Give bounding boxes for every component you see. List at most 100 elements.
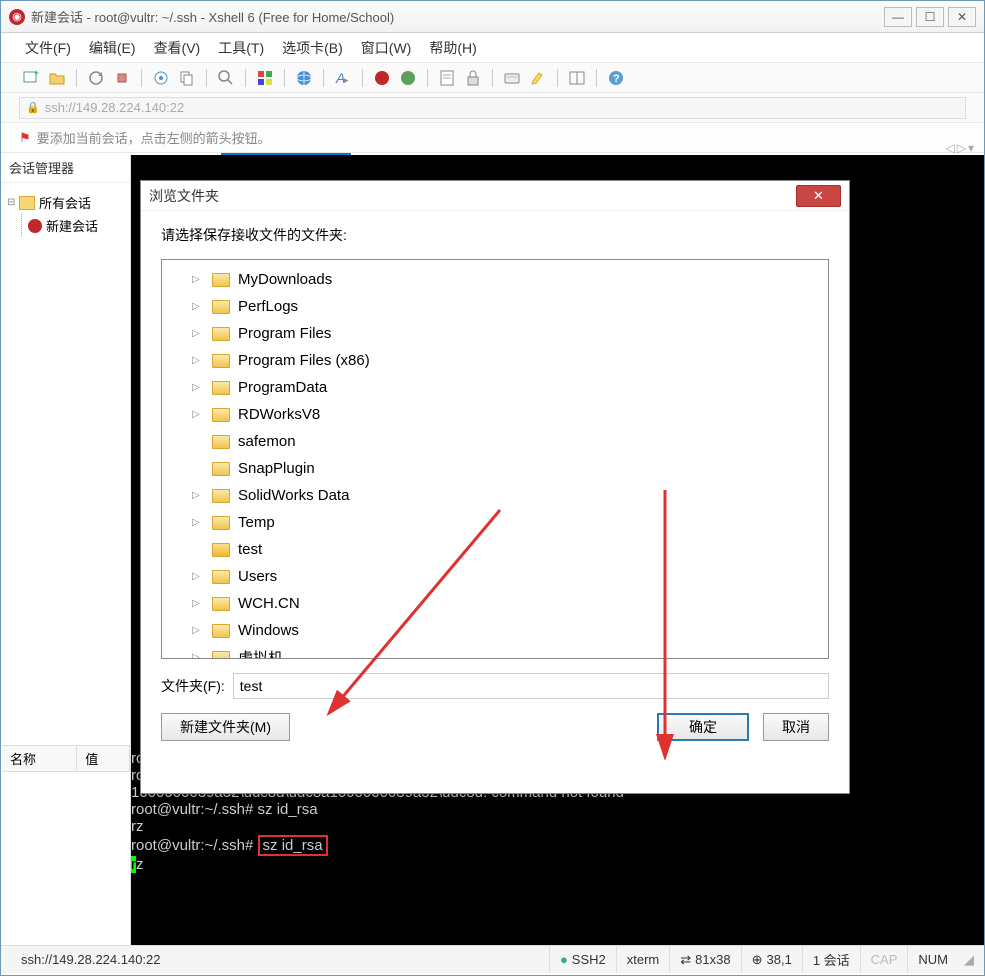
menu-file[interactable]: 文件(F) (21, 35, 75, 61)
folder-icon (212, 489, 230, 503)
layout-icon[interactable] (567, 68, 587, 88)
folder-item[interactable]: ▷ Windows (162, 617, 828, 644)
folder-item[interactable]: ▷PerfLogs (162, 293, 828, 320)
folder-icon (212, 624, 230, 638)
collapse-icon[interactable]: ⊟ (7, 197, 19, 208)
help-icon[interactable]: ? (606, 68, 626, 88)
nav-next-icon[interactable]: ▷ (957, 141, 966, 155)
expand-icon[interactable]: ▷ (192, 598, 200, 609)
browse-folder-dialog: 浏览文件夹 ✕ 请选择保存接收文件的文件夹: ▷MyDownloads▷Perf… (140, 180, 850, 794)
minimize-button[interactable]: — (884, 7, 912, 27)
maximize-button[interactable]: ☐ (916, 7, 944, 27)
dialog-close-button[interactable]: ✕ (796, 185, 841, 207)
folder-name: test (238, 541, 262, 558)
window-title: 新建会话 - root@vultr: ~/.ssh - Xshell 6 (Fr… (31, 7, 884, 26)
expand-icon[interactable]: ▷ (192, 517, 200, 528)
addressbar: 🔒 ssh://149.28.224.140:22 (1, 93, 984, 123)
col-value[interactable]: 值 (77, 746, 130, 772)
folder-name: SnapPlugin (238, 460, 315, 477)
expand-icon[interactable]: ▷ (192, 274, 200, 285)
svg-text:?: ? (613, 73, 620, 85)
folder-tree[interactable]: ▷MyDownloads▷PerfLogs▷Program Files▷Prog… (161, 259, 829, 659)
folder-item[interactable]: ▷safemon (162, 428, 828, 455)
folder-item[interactable]: ▷ RDWorksV8 (162, 401, 828, 428)
folder-item[interactable]: ▷ WCH.CN (162, 590, 828, 617)
copy-icon[interactable] (177, 68, 197, 88)
menu-view[interactable]: 查看(V) (150, 35, 205, 61)
dialog-prompt: 请选择保存接收文件的文件夹: (161, 225, 829, 245)
expand-icon[interactable]: ▷ (192, 382, 200, 393)
color-icon[interactable] (255, 68, 275, 88)
folder-icon (19, 196, 35, 210)
svg-text:▸: ▸ (344, 75, 349, 85)
menu-edit[interactable]: 编辑(E) (85, 35, 140, 61)
folder-item[interactable]: ▷Temp (162, 509, 828, 536)
font-icon[interactable]: A▸ (333, 68, 353, 88)
folder-icon (212, 543, 230, 557)
titlebar: ◉ 新建会话 - root@vultr: ~/.ssh - Xshell 6 (… (1, 1, 984, 33)
folder-name: WCH.CN (238, 595, 300, 612)
expand-icon[interactable]: ▷ (192, 571, 200, 582)
statusbar: ssh://149.28.224.140:22 ●SSH2 xterm ⇄81x… (1, 945, 984, 973)
lock-icon: 🔒 (26, 101, 40, 114)
lock-icon[interactable] (463, 68, 483, 88)
folder-name: Program Files (x86) (238, 352, 370, 369)
close-button[interactable]: ✕ (948, 7, 976, 27)
menu-window[interactable]: 窗口(W) (357, 35, 416, 61)
folder-icon (212, 651, 230, 660)
folder-item[interactable]: ▷ SolidWorks Data (162, 482, 828, 509)
folder-item[interactable]: ▷虚拟机 (162, 644, 828, 659)
address-input[interactable]: 🔒 ssh://149.28.224.140:22 (19, 97, 966, 119)
nav-arrows: ◁ ▷ ▾ (946, 141, 975, 155)
expand-icon[interactable]: ▷ (192, 625, 200, 636)
folder-name: SolidWorks Data (238, 487, 349, 504)
tree-child[interactable]: 新建会话 (28, 214, 124, 237)
resize-grip-icon[interactable]: ◢ (958, 952, 974, 968)
expand-icon[interactable]: ▷ (192, 652, 200, 659)
nav-menu-icon[interactable]: ▾ (968, 141, 974, 155)
folder-icon (212, 462, 230, 476)
expand-icon[interactable]: ▷ (192, 490, 200, 501)
cancel-button[interactable]: 取消 (763, 713, 829, 741)
folder-icon (212, 273, 230, 287)
globe-icon[interactable] (294, 68, 314, 88)
script-icon[interactable] (437, 68, 457, 88)
col-name[interactable]: 名称 (2, 746, 77, 772)
folder-icon (212, 327, 230, 341)
folder-item[interactable]: ▷MyDownloads (162, 266, 828, 293)
folder-icon (212, 300, 230, 314)
nav-prev-icon[interactable]: ◁ (946, 141, 955, 155)
folder-item[interactable]: ▷Users (162, 563, 828, 590)
reconnect-icon[interactable] (86, 68, 106, 88)
highlight-icon[interactable] (528, 68, 548, 88)
new-session-icon[interactable]: + (21, 68, 41, 88)
folder-name: RDWorksV8 (238, 406, 320, 423)
menu-help[interactable]: 帮助(H) (425, 35, 480, 61)
expand-icon[interactable]: ▷ (192, 409, 200, 420)
dialog-title: 浏览文件夹 (149, 186, 796, 206)
folder-item[interactable]: ▷ProgramData (162, 374, 828, 401)
tree-root[interactable]: ⊟ 所有会话 (7, 191, 124, 214)
properties-icon[interactable] (151, 68, 171, 88)
folder-input[interactable] (233, 673, 829, 699)
folder-item[interactable]: ▷ Program Files (x86) (162, 347, 828, 374)
search-icon[interactable] (216, 68, 236, 88)
ok-button[interactable]: 确定 (657, 713, 749, 741)
folder-item[interactable]: ▷SnapPlugin (162, 455, 828, 482)
svg-text:+: + (34, 68, 39, 78)
xshell-icon[interactable] (372, 68, 392, 88)
expand-icon[interactable]: ▷ (192, 328, 200, 339)
expand-icon[interactable]: ▷ (192, 355, 200, 366)
expand-icon[interactable]: ▷ (192, 301, 200, 312)
xftp-icon[interactable] (398, 68, 418, 88)
folder-name: Windows (238, 622, 299, 639)
open-icon[interactable] (47, 68, 67, 88)
folder-icon (212, 597, 230, 611)
new-folder-button[interactable]: 新建文件夹(M) (161, 713, 290, 741)
menu-tools[interactable]: 工具(T) (214, 35, 268, 61)
keyboard-icon[interactable] (502, 68, 522, 88)
folder-item[interactable]: ▷test (162, 536, 828, 563)
disconnect-icon[interactable] (112, 68, 132, 88)
menu-tab[interactable]: 选项卡(B) (278, 35, 347, 61)
folder-item[interactable]: ▷Program Files (162, 320, 828, 347)
